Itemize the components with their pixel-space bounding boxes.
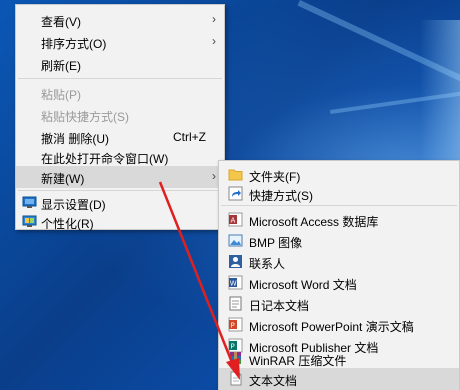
submenu-item-label: 联系人 xyxy=(249,257,286,271)
menu-item-label: 排序方式(O) xyxy=(41,37,107,51)
new-item-powerpoint-presentation[interactable]: P Microsoft PowerPoint 演示文稿 xyxy=(219,314,459,336)
new-item-bmp-image[interactable]: BMP 图像 xyxy=(219,230,459,252)
menu-item-refresh[interactable]: 刷新(E) xyxy=(16,53,224,75)
bmp-image-icon xyxy=(228,233,243,248)
folder-icon xyxy=(228,167,243,182)
new-item-word-document[interactable]: W Microsoft Word 文档 xyxy=(219,272,459,294)
chevron-right-icon: › xyxy=(212,169,216,183)
menu-item-paste-shortcut[interactable]: 粘贴快捷方式(S) xyxy=(16,104,224,126)
submenu-item-label: Microsoft Word 文档 xyxy=(249,278,357,292)
menu-item-undo-delete[interactable]: 撤消 删除(U) Ctrl+Z xyxy=(16,126,224,148)
menu-item-label: 粘贴(P) xyxy=(41,88,81,102)
svg-text:A: A xyxy=(231,217,236,225)
new-item-text-document[interactable]: 文本文档 xyxy=(219,368,459,390)
submenu-item-label: WinRAR 压缩文件 xyxy=(249,354,347,368)
menu-item-personalize[interactable]: 个性化(R) xyxy=(16,211,224,233)
menu-item-label: 撤消 删除(U) xyxy=(41,132,109,146)
submenu-item-label: 快捷方式(S) xyxy=(249,189,313,203)
word-document-icon: W xyxy=(228,275,243,290)
menu-separator xyxy=(221,205,457,206)
new-item-access-database[interactable]: A Microsoft Access 数据库 xyxy=(219,209,459,231)
new-item-journal-document[interactable]: 日记本文档 xyxy=(219,293,459,315)
menu-item-label: 个性化(R) xyxy=(41,217,94,231)
submenu-item-label: 文本文档 xyxy=(249,374,298,388)
menu-item-view[interactable]: 查看(V) › xyxy=(16,9,224,31)
display-settings-icon xyxy=(22,195,37,210)
svg-text:P: P xyxy=(231,322,235,330)
menu-item-sort-by[interactable]: 排序方式(O) › xyxy=(16,31,224,53)
submenu-item-label: 日记本文档 xyxy=(249,299,310,313)
menu-item-paste[interactable]: 粘贴(P) xyxy=(16,82,224,104)
submenu-item-label: BMP 图像 xyxy=(249,236,303,250)
access-icon: A xyxy=(228,212,243,227)
powerpoint-icon: P xyxy=(228,317,243,332)
menu-separator xyxy=(18,78,222,79)
winrar-icon xyxy=(228,351,243,366)
menu-item-label: 查看(V) xyxy=(41,15,81,29)
menu-item-new[interactable]: 新建(W) › xyxy=(16,166,224,188)
new-item-shortcut[interactable]: 快捷方式(S) xyxy=(219,183,459,205)
new-item-winrar-archive[interactable]: WinRAR 压缩文件 xyxy=(219,348,459,370)
menu-item-label: 在此处打开命令窗口(W) xyxy=(41,152,169,166)
chevron-right-icon: › xyxy=(212,34,216,48)
new-item-contact[interactable]: 联系人 xyxy=(219,251,459,273)
menu-item-shortcut: Ctrl+Z xyxy=(173,130,206,144)
text-document-icon xyxy=(228,371,243,386)
menu-item-label: 新建(W) xyxy=(41,172,85,186)
menu-separator xyxy=(18,190,222,191)
contact-icon xyxy=(228,254,243,269)
desktop-context-menu: 查看(V) › 排序方式(O) › 刷新(E) 粘贴(P) 粘贴快捷方式(S) … xyxy=(15,4,225,233)
menu-item-open-command-window[interactable]: 在此处打开命令窗口(W) xyxy=(16,146,224,168)
shortcut-icon xyxy=(228,186,243,201)
svg-text:W: W xyxy=(230,280,237,288)
personalize-icon xyxy=(22,214,37,229)
menu-item-label: 刷新(E) xyxy=(41,59,81,73)
submenu-item-label: Microsoft Access 数据库 xyxy=(249,215,379,229)
new-submenu: 文件夹(F) 快捷方式(S) A Microsoft Access 数据库 BM… xyxy=(218,160,460,390)
menu-item-label: 粘贴快捷方式(S) xyxy=(41,110,129,124)
chevron-right-icon: › xyxy=(212,12,216,26)
journal-document-icon xyxy=(228,296,243,311)
submenu-item-label: Microsoft PowerPoint 演示文稿 xyxy=(249,320,414,334)
